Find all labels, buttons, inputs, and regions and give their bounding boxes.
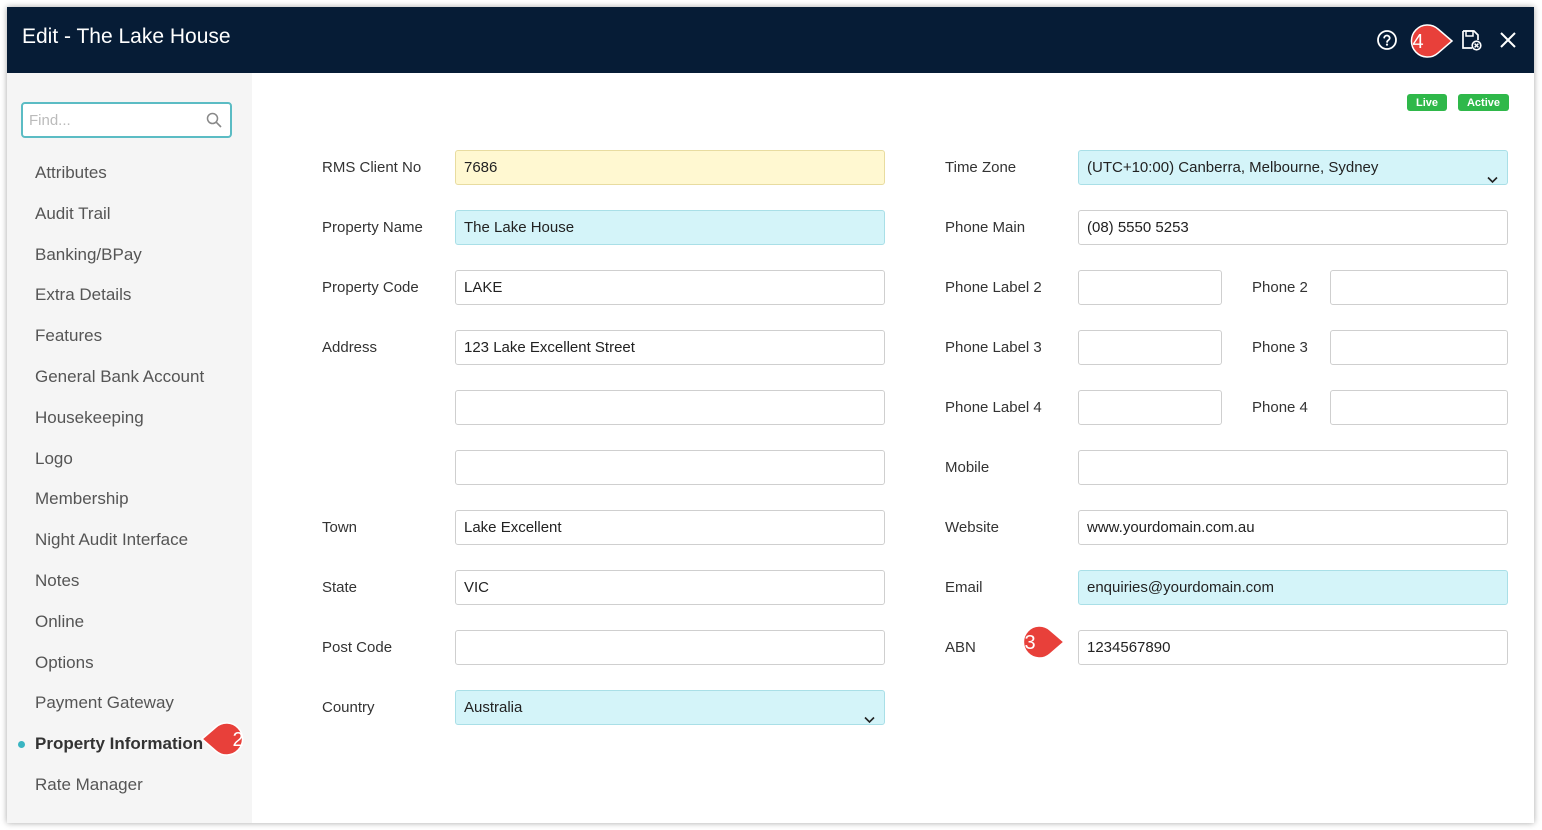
- sidebar-item-label: Banking/BPay: [35, 244, 142, 264]
- sidebar-item-label: Housekeeping: [35, 407, 144, 427]
- phone-label-4-field[interactable]: [1078, 390, 1222, 425]
- website-label: Website: [945, 519, 999, 536]
- find-search-box: [21, 102, 232, 138]
- sidebar-item-label: Membership: [35, 489, 129, 509]
- property-name-label: Property Name: [322, 219, 423, 236]
- phone-main-label: Phone Main: [945, 219, 1026, 236]
- window-title: Edit - The Lake House: [22, 25, 231, 48]
- mobile-field[interactable]: [1078, 450, 1508, 485]
- phone-3-field[interactable]: [1330, 330, 1508, 365]
- sidebar-item-label: Notes: [35, 570, 80, 590]
- sidebar-item-options[interactable]: Options: [7, 643, 252, 684]
- address-line2-field[interactable]: [455, 390, 885, 425]
- sidebar-item-label: Features: [35, 326, 103, 346]
- rms-client-no-label: RMS Client No: [322, 159, 422, 176]
- state-label: State: [322, 579, 358, 596]
- chevron-down-icon: [864, 703, 875, 724]
- address-line1-field[interactable]: 123 Lake Excellent Street: [455, 330, 885, 365]
- country-selected-value: Australia: [464, 699, 523, 716]
- state-field[interactable]: VIC: [455, 570, 885, 605]
- sidebar-item-label: Logo: [35, 448, 73, 468]
- post-code-label: Post Code: [322, 639, 393, 656]
- save-close-icon[interactable]: [1458, 27, 1484, 53]
- sidebar-item-label: Options: [35, 652, 94, 672]
- sidebar: Attributes Audit Trail Banking/BPay Extr…: [7, 73, 252, 823]
- sidebar-item-label: Online: [35, 611, 85, 631]
- close-icon[interactable]: [1495, 27, 1521, 53]
- email-label: Email: [945, 579, 983, 596]
- abn-field[interactable]: 1234567890: [1078, 630, 1508, 665]
- sidebar-item-housekeeping[interactable]: Housekeeping: [7, 398, 252, 439]
- email-field[interactable]: enquiries@yourdomain.com: [1078, 570, 1508, 605]
- town-field[interactable]: Lake Excellent: [455, 510, 885, 545]
- phone-label-3-label: Phone Label 3: [945, 339, 1042, 356]
- sidebar-item-banking-bpay[interactable]: Banking/BPay: [7, 235, 252, 276]
- sidebar-item-online[interactable]: Online: [7, 602, 252, 643]
- live-badge: Live: [1407, 94, 1447, 111]
- find-input[interactable]: [29, 110, 199, 130]
- address-line3-field[interactable]: [455, 450, 885, 485]
- callout-number: 4: [1412, 31, 1423, 53]
- sidebar-item-general-bank-account[interactable]: General Bank Account: [7, 357, 252, 398]
- phone-2-field[interactable]: [1330, 270, 1508, 305]
- country-select[interactable]: Australia: [455, 690, 885, 725]
- phone-3-label: Phone 3: [1252, 339, 1308, 356]
- property-code-label: Property Code: [322, 279, 419, 296]
- sidebar-item-audit-trail[interactable]: Audit Trail: [7, 194, 252, 235]
- country-label: Country: [322, 699, 375, 716]
- property-information-form: Live Active RMS Client No 7686 Property …: [252, 73, 1534, 823]
- mobile-label: Mobile: [945, 459, 990, 476]
- title-bar: Edit - The Lake House: [7, 7, 1534, 73]
- time-zone-select[interactable]: (UTC+10:00) Canberra, Melbourne, Sydney: [1078, 150, 1508, 185]
- post-code-field[interactable]: [455, 630, 885, 665]
- active-indicator-dot: [18, 741, 25, 749]
- sidebar-item-label: Night Audit Interface: [35, 530, 189, 550]
- sidebar-item-extra-details[interactable]: Extra Details: [7, 275, 252, 316]
- address-label: Address: [322, 339, 378, 356]
- sidebar-item-label: Attributes: [35, 163, 107, 182]
- active-badge: Active: [1458, 94, 1509, 111]
- sidebar-nav: Attributes Audit Trail Banking/BPay Extr…: [7, 153, 252, 806]
- property-name-field[interactable]: The Lake House: [455, 210, 885, 245]
- callout-number: 3: [1024, 632, 1035, 654]
- phone-4-label: Phone 4: [1252, 399, 1308, 416]
- rms-client-no-field[interactable]: 7686: [455, 150, 885, 185]
- sidebar-item-night-audit-interface[interactable]: Night Audit Interface: [7, 520, 252, 561]
- search-icon[interactable]: [206, 112, 222, 133]
- property-code-field[interactable]: LAKE: [455, 270, 885, 305]
- callout-number: 2: [232, 729, 243, 751]
- edit-property-window: Edit - The Lake House Attributes Audit T…: [7, 7, 1534, 823]
- sidebar-item-rate-manager[interactable]: Rate Manager: [7, 765, 252, 806]
- chevron-down-icon: [1487, 163, 1498, 184]
- phone-main-field[interactable]: (08) 5550 5253: [1078, 210, 1508, 245]
- time-zone-label: Time Zone: [945, 159, 1017, 176]
- sidebar-item-notes[interactable]: Notes: [7, 561, 252, 602]
- sidebar-item-membership[interactable]: Membership: [7, 479, 252, 520]
- sidebar-item-logo[interactable]: Logo: [7, 439, 252, 480]
- website-field[interactable]: www.yourdomain.com.au: [1078, 510, 1508, 545]
- callout-step-4: 4: [1410, 24, 1454, 58]
- sidebar-item-label: General Bank Account: [35, 366, 205, 386]
- time-zone-selected-value: (UTC+10:00) Canberra, Melbourne, Sydney: [1087, 159, 1379, 176]
- phone-label-4-label: Phone Label 4: [945, 399, 1042, 416]
- sidebar-item-label: Extra Details: [35, 285, 132, 305]
- phone-label-2-field[interactable]: [1078, 270, 1222, 305]
- town-label: Town: [322, 519, 358, 536]
- sidebar-item-label: Payment Gateway: [35, 693, 174, 713]
- phone-label-3-field[interactable]: [1078, 330, 1222, 365]
- sidebar-item-label: Property Information: [35, 734, 204, 754]
- sidebar-item-attributes[interactable]: Attributes: [7, 153, 252, 194]
- callout-step-2: 2: [200, 722, 244, 756]
- callout-step-3: 3: [1022, 625, 1066, 659]
- phone-label-2-label: Phone Label 2: [945, 279, 1042, 296]
- sidebar-item-label: Rate Manager: [35, 774, 143, 794]
- phone-2-label: Phone 2: [1252, 279, 1308, 296]
- sidebar-item-label: Audit Trail: [35, 203, 111, 223]
- phone-4-field[interactable]: [1330, 390, 1508, 425]
- abn-label: ABN: [945, 639, 976, 656]
- sidebar-item-features[interactable]: Features: [7, 316, 252, 357]
